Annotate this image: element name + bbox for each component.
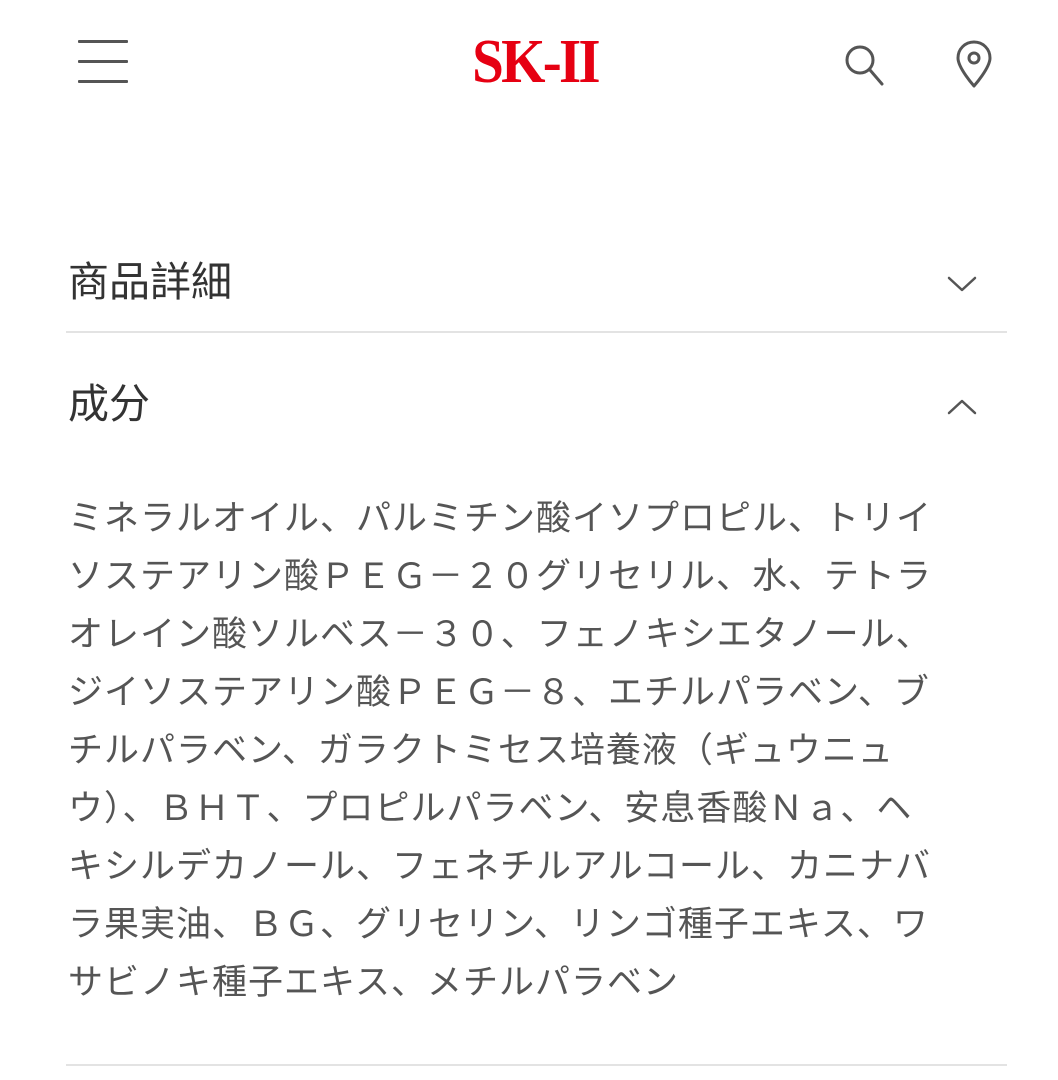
ingredients-line: サビノキ種子エキス、メチルパラベン — [68, 963, 679, 1003]
ingredients-line: ウ）、ＢＨＴ、プロピルパラベン、安息香酸Ｎａ、ヘ — [68, 789, 913, 829]
accordion-title: 商品詳細 — [68, 258, 232, 306]
ingredients-text: ミネラルオイル、パルミチン酸イソプロピル、トリイ ソステアリン酸ＰＥＧ－２０グリ… — [68, 490, 998, 1012]
brand-logo[interactable]: SK-II — [448, 22, 623, 102]
search-icon[interactable] — [840, 38, 888, 92]
accordion-item-product-details[interactable]: 商品詳細 — [66, 258, 1007, 368]
chevron-down-icon — [947, 276, 977, 292]
ingredients-line: ラ果実油、ＢＧ、グリセリン、リンゴ種子エキス、ワ — [68, 905, 929, 945]
divider — [66, 1064, 1007, 1066]
ingredients-line: ミネラルオイル、パルミチン酸イソプロピル、トリイ — [68, 499, 933, 539]
ingredients-line: ジイソステアリン酸ＰＥＧ－８、エチルパラベン、ブ — [68, 673, 930, 713]
map-pin-icon[interactable] — [950, 38, 998, 92]
ingredients-line: オレイン酸ソルベス－３０、フェノキシエタノール、 — [68, 615, 932, 655]
menu-bar — [78, 80, 128, 83]
ingredients-line: チルパラベン、ガラクトミセス培養液（ギュウニュ — [68, 731, 894, 771]
divider — [66, 331, 1007, 333]
ingredients-line: ソステアリン酸ＰＥＧ－２０グリセリル、水、テトラ — [68, 557, 933, 597]
accordion-header-ingredients[interactable]: 成分 — [66, 380, 1007, 490]
chevron-up-icon — [947, 399, 977, 415]
accordion-item-ingredients[interactable]: 成分 — [66, 380, 1007, 490]
menu-bar — [78, 60, 128, 63]
ingredients-line: キシルデカノール、フェネチルアルコール、カニナバ — [68, 847, 931, 887]
menu-bar — [78, 40, 128, 43]
hamburger-menu-icon[interactable] — [76, 38, 132, 84]
site-header: SK-II — [0, 0, 1058, 130]
accordion-header-product-details[interactable]: 商品詳細 — [66, 258, 1007, 368]
accordion-title: 成分 — [68, 380, 150, 428]
